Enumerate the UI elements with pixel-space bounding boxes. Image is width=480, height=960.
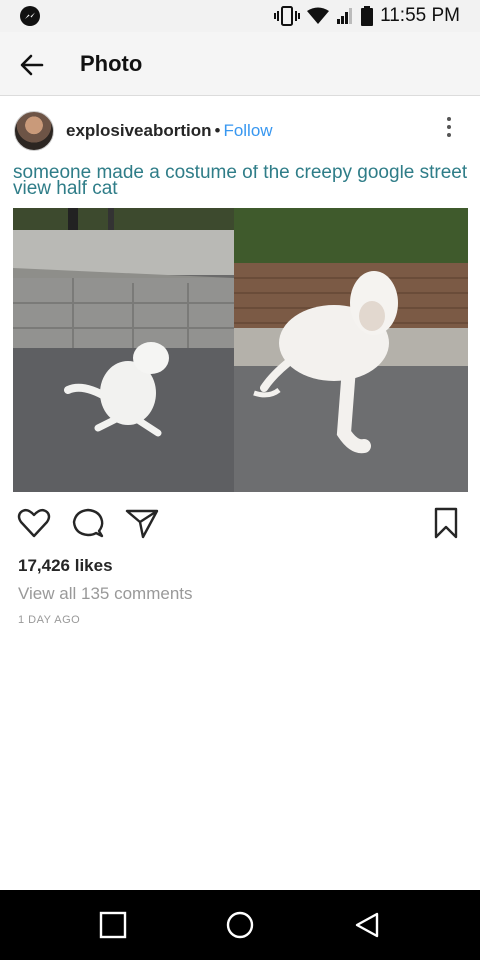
more-options-button[interactable] [446,117,452,141]
share-button[interactable] [124,505,160,541]
avatar[interactable] [14,111,54,151]
recents-button[interactable] [98,910,128,940]
half-cat-costume-photo [234,208,468,492]
post-header: explosiveabortion • Follow [0,97,480,165]
bookmark-button[interactable] [428,505,464,541]
vibrate-icon [274,6,301,26]
back-button[interactable] [18,51,46,79]
comment-icon [72,508,104,538]
share-icon [125,509,159,539]
follow-button[interactable]: Follow [223,121,272,140]
post-actions [0,505,480,545]
comment-button[interactable] [70,505,106,541]
messenger-icon [20,6,40,26]
username-line: explosiveabortion • Follow [66,121,273,141]
bookmark-icon [434,507,458,539]
status-bar: 11:55 PM [0,0,480,32]
more-vertical-icon [447,117,451,121]
battery-icon [361,6,374,26]
arrow-left-icon [20,54,44,76]
home-button[interactable] [225,910,255,940]
system-nav-bar [0,890,480,960]
clock: 11:55 PM [380,5,460,26]
street-view-cat-photo [13,208,234,492]
image-caption-text: someone made a costume of the creepy goo… [13,165,468,199]
app-bar: Photo [0,32,480,96]
home-circle-icon [226,911,254,939]
recents-square-icon [99,911,127,939]
post-image[interactable]: someone made a costume of the creepy goo… [0,165,480,493]
separator-dot: • [214,121,221,140]
signal-icon [337,8,353,24]
back-triangle-icon [355,912,379,938]
page-title: Photo [80,51,143,76]
username[interactable]: explosiveabortion [66,121,211,140]
view-comments-link[interactable]: View all 135 comments [18,584,193,604]
like-button[interactable] [16,505,52,541]
likes-count[interactable]: 17,426 likes [18,556,113,576]
heart-icon [17,508,51,538]
post-timestamp: 1 DAY AGO [18,614,81,626]
status-icons: 11:55 PM [274,5,460,27]
nav-back-button[interactable] [352,910,382,940]
wifi-icon [307,7,330,24]
